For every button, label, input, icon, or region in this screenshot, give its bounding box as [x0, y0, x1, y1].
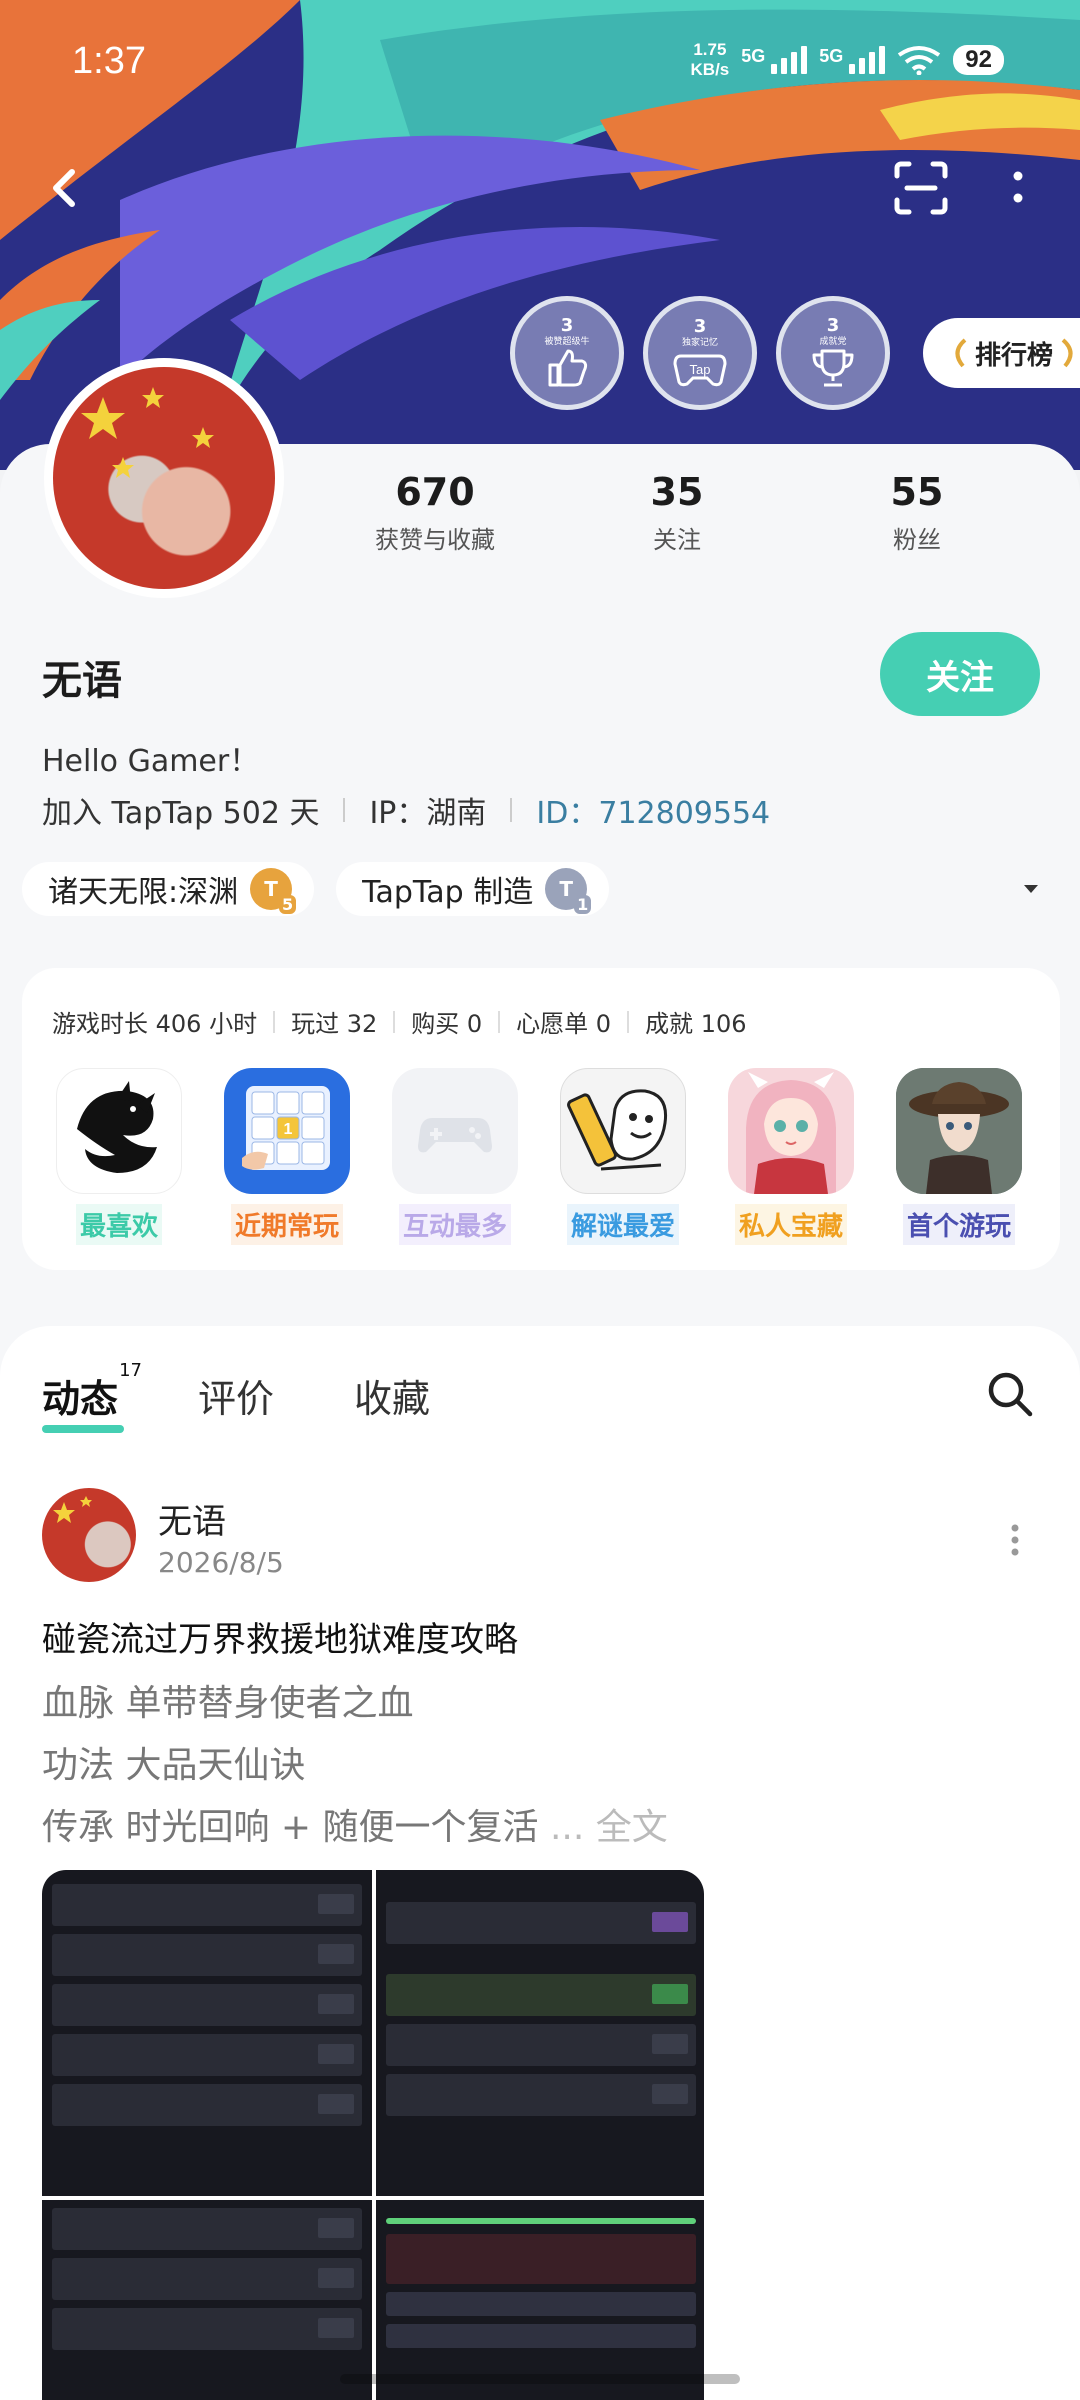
more-vertical-icon[interactable] — [1000, 160, 1036, 216]
stat-following[interactable]: 35 关注 — [577, 470, 777, 555]
identity-v-icon — [896, 1068, 1022, 1194]
joined-days: 加入 TapTap 502 天 — [42, 796, 320, 831]
avatar-image — [53, 367, 275, 589]
tab-underline — [42, 1425, 124, 1433]
tag-game-level[interactable]: 诸天无限:深渊 T 5 — [22, 862, 315, 916]
post-text-line: 血脉 单带替身使者之血 — [42, 1683, 414, 1724]
home-indicator[interactable] — [340, 2374, 740, 2384]
game-recent[interactable]: 1 近期常玩 — [224, 1068, 350, 1245]
badge-memory[interactable]: 3 独家记忆 Tap — [643, 296, 757, 410]
game-stats-summary: 游戏时长 406 小时 玩过 32 购买 0 心愿单 0 成就 106 — [52, 1010, 747, 1038]
signal-icon: 5G — [741, 46, 808, 74]
badge-achievements[interactable]: 3 成就党 — [776, 296, 890, 410]
status-bar: 1:37 1.75 KB/s 5G 5G 92 — [0, 0, 1080, 120]
username: 无语 — [42, 658, 122, 704]
pencil-cartoon-icon — [560, 1068, 686, 1194]
game-treasure[interactable]: 私人宝藏 — [728, 1068, 854, 1245]
game-interactive[interactable]: 互动最多 — [392, 1068, 518, 1245]
post-avatar[interactable] — [42, 1488, 136, 1582]
stat-followers[interactable]: 55 粉丝 — [817, 470, 1017, 555]
tab-collections[interactable]: 收藏 — [354, 1368, 430, 1423]
ip-location: IP：湖南 — [369, 796, 487, 831]
screenshot-progress-bar — [386, 2218, 696, 2224]
stat-likes[interactable]: 670 获赞与收藏 — [335, 470, 535, 555]
level-coin-icon: T 1 — [545, 868, 592, 914]
status-icons: 1.75 KB/s 5G 5G 92 — [691, 40, 1004, 80]
sudoku-icon: 1 — [224, 1068, 350, 1194]
avatar-stars — [53, 1496, 92, 1523]
tag-taptap-maker[interactable]: TapTap 制造 T 1 — [336, 862, 610, 916]
search-icon[interactable] — [984, 1368, 1036, 1420]
battery-indicator: 92 — [953, 45, 1004, 75]
post-date: 2026/8/5 — [158, 1546, 284, 1579]
chevron-down-icon[interactable] — [1020, 878, 1042, 900]
svg-text:1: 1 — [284, 1121, 293, 1138]
wifi-icon — [898, 46, 941, 75]
dragon-icon — [56, 1068, 182, 1194]
post-title[interactable]: 碰瓷流过万界救援地狱难度攻略 — [42, 1612, 518, 1661]
avatar-stars — [81, 387, 214, 478]
post-text-line: 功法 大品天仙诀 — [42, 1745, 306, 1786]
bio: Hello Gamer！ — [42, 744, 260, 779]
leaderboard-button[interactable]: 排行榜 — [923, 318, 1080, 388]
post-image-2[interactable] — [376, 1870, 704, 2196]
post-image-grid — [42, 1870, 704, 2400]
follow-button[interactable]: 关注 — [880, 632, 1040, 716]
network-speed: 1.75 KB/s — [690, 40, 730, 79]
divider — [343, 798, 346, 822]
anime-girl-icon — [728, 1068, 854, 1194]
post-image-4[interactable] — [376, 2200, 704, 2400]
avatar[interactable] — [44, 358, 284, 598]
tap-gamepad-icon: Tap — [673, 354, 727, 387]
game-highlights: 最喜欢 1 近期常玩 互动最多 解谜最爱 私人宝藏 首个游玩 — [56, 1068, 1022, 1245]
divider — [510, 798, 513, 822]
thumbs-up-icon — [548, 349, 588, 387]
badge-likes[interactable]: 3 被赞超级牛 — [510, 296, 624, 410]
screenshot-button — [386, 2292, 696, 2316]
post-more-icon[interactable] — [1000, 1520, 1030, 1560]
scan-icon[interactable] — [893, 160, 949, 216]
profile-meta: 加入 TapTap 502 天 IP：湖南 ID：712809554 — [42, 788, 770, 832]
svg-text:Tap: Tap — [690, 362, 711, 377]
tab-reviews[interactable]: 评价 — [198, 1368, 274, 1423]
status-time: 1:37 — [72, 40, 146, 82]
gamepad-placeholder-icon — [392, 1068, 518, 1194]
screenshot-button — [386, 2324, 696, 2348]
post-image-1[interactable] — [42, 1870, 372, 2196]
post-author[interactable]: 无语 — [158, 1494, 226, 1543]
tab-activity[interactable]: 动态 17 — [42, 1360, 142, 1433]
post-text-line: 传承 时光回响 + 随便一个复活 ... 全文 — [42, 1807, 668, 1848]
back-arrow-icon[interactable] — [38, 160, 94, 216]
game-puzzle[interactable]: 解谜最爱 — [560, 1068, 686, 1245]
profile-tags: 诸天无限:深渊 T 5 TapTap 制造 T 1 — [22, 862, 610, 916]
trophy-icon — [812, 349, 854, 387]
tab-count: 17 — [119, 1360, 143, 1381]
game-first[interactable]: 首个游玩 — [896, 1068, 1022, 1245]
post-image-3[interactable] — [42, 2200, 372, 2400]
game-stats-card: 游戏时长 406 小时 玩过 32 购买 0 心愿单 0 成就 106 最喜欢 — [22, 968, 1060, 1270]
laurel-right-icon — [1061, 338, 1073, 368]
feed-tabs: 动态 17 评价 收藏 — [42, 1360, 430, 1433]
game-favorite[interactable]: 最喜欢 — [56, 1068, 182, 1245]
user-id[interactable]: ID：712809554 — [536, 788, 770, 832]
laurel-left-icon — [955, 338, 967, 368]
read-more-link[interactable]: 全文 — [596, 1807, 668, 1848]
signal-icon-2: 5G — [819, 46, 886, 74]
level-coin-icon: T 5 — [250, 868, 297, 914]
